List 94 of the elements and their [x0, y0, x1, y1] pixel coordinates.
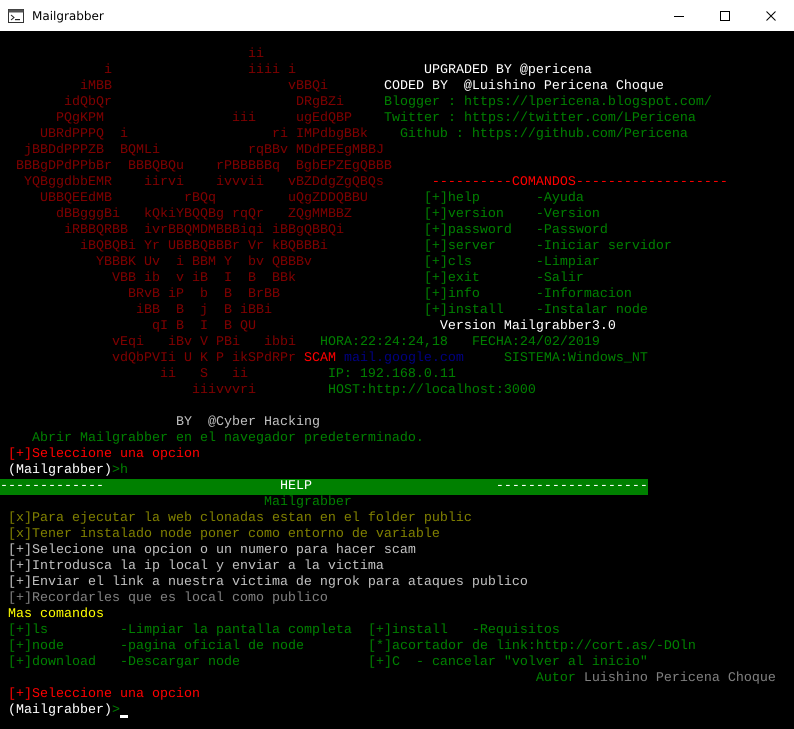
console-text: Abrir Mailgrabber en el navegador predeterminado.: [32, 431, 424, 447]
console-text: jBBDdPPPZB BQMLi: [24, 143, 160, 159]
console-text: dBBgggBi kQkiYBQQBg rqQr ZQgMMBBZ: [56, 207, 352, 223]
console-text: iii ugEdQBP: [232, 111, 352, 127]
console-text: -pagina oficial de node: [120, 639, 304, 655]
console-text: [x]Para ejecutar la web clonadas estan en el folder public: [8, 511, 472, 527]
maximize-icon: [720, 10, 730, 20]
console-text: ii: [248, 47, 264, 63]
console-text: Version Mailgrabber3.0: [440, 319, 616, 335]
console-text: -Requisitos: [472, 623, 560, 639]
console-text: [+]exit: [424, 271, 480, 287]
console-icon: [8, 8, 24, 22]
console-text: -Informacion: [536, 287, 632, 303]
console-text: -Limpiar: [536, 255, 600, 271]
console-text: mail.google.com: [344, 351, 464, 367]
console-text: PQgKPM: [56, 111, 104, 127]
console-text: [*]acortador de link:http://cort.as/-DOln: [368, 639, 696, 655]
console-text: -Password: [536, 223, 608, 239]
console-text: iRBBQRBB ivrBBQMDMBBBiqi iBBgQBBQi: [64, 223, 344, 239]
console-text: qI B I B QU: [152, 319, 256, 335]
console-text: Mas comandos: [8, 607, 104, 623]
console-text: [+]Enviar el link a nuestra victima de ngrok para ataques publico: [8, 575, 528, 591]
console-text: iMBB: [80, 79, 112, 95]
console-text: iBB B j B iBBi: [136, 303, 272, 319]
console-text: -------------: [0, 479, 104, 495]
console-text: HOST:http://localhost:3000: [328, 383, 536, 399]
text-cursor: [120, 715, 128, 718]
console-text: [+]password: [424, 223, 512, 239]
close-icon: [766, 10, 776, 20]
console-text: SISTEMA:Windows_NT: [504, 351, 648, 367]
console-text: Mailgrabber: [264, 495, 352, 511]
console-text: (Mailgrabber): [8, 703, 112, 719]
console-text: [+]Recordarles que es local como publico: [8, 591, 328, 607]
console-text: >: [112, 703, 120, 719]
console-text: [+]server: [424, 239, 496, 255]
console-text: [+]Seleccione una opcion: [8, 447, 200, 463]
console-text: [+]help: [424, 191, 480, 207]
console-text: vBBQi: [288, 79, 328, 95]
console-text: SCAM: [304, 351, 336, 367]
console-text: >h: [112, 463, 128, 479]
console-text: IP: 192.168.0.11: [328, 367, 456, 383]
console-text: [+]cls: [424, 255, 472, 271]
console-text: Blogger : https://lpericena.blogspot.com/: [384, 95, 712, 111]
console-text: [+]C - cancelar "volver al inicio": [368, 655, 648, 671]
console-text: ri IMPdbgBBk: [272, 127, 368, 143]
console-text: -Instalar node: [536, 303, 648, 319]
console-text: Github : https://github.com/Pericena: [400, 127, 688, 143]
console-text: -Descargar node: [120, 655, 240, 671]
console-text: [+]node: [8, 639, 64, 655]
console-text: [+]download: [8, 655, 96, 671]
console-text: -Limpiar la pantalla completa: [120, 623, 352, 639]
console-text: [+]Introdusca la ip local y enviar a la victima: [8, 559, 384, 575]
console-text: [+]ls: [8, 623, 48, 639]
console-text: VBB ib v iB I B BBk: [112, 271, 296, 287]
console-text: BY @Cyber Hacking: [176, 415, 320, 431]
console-text: YQBggdbbEMR iirvi ivvvii vBZDdgZgQBQs: [24, 175, 384, 191]
console-text: Twitter : https://twitter.com/LPericena: [384, 111, 696, 127]
console-text: BBBgDPdPPbBr BBBQBQu rPBBBBBq BgbEPZEgQBBB: [16, 159, 392, 175]
console-text: iBQBQBi Yr UBBBQBBBr Vr kBQBBBi: [80, 239, 328, 255]
console-text: [+]install: [368, 623, 448, 639]
console-text: -Version: [536, 207, 600, 223]
console-text: CODED BY @Luishino Pericena Choque: [384, 79, 664, 95]
console-text: iiivvvri: [192, 383, 256, 399]
console-text: vEqi iBv V PBi ibbi: [112, 335, 296, 351]
console-text: UPGRADED BY @pericena: [424, 63, 592, 79]
console-text: iiii i: [248, 63, 296, 79]
console-text: [+]Seleccione una opcion: [8, 687, 200, 703]
console-text: BRvB iP b B BrBB: [128, 287, 280, 303]
console-text: rqBBv MDdPEEgMBBJ: [248, 143, 384, 159]
console-text: [+]version: [424, 207, 504, 223]
console-text: UBRdPPPQ i: [40, 127, 128, 143]
console-text: (Mailgrabber): [8, 463, 112, 479]
console-text: [+]install: [424, 303, 504, 319]
console-text: [x]Tener instalado node poner como entorno de variable: [8, 527, 440, 543]
window-title: Mailgrabber: [32, 8, 105, 22]
console-text: -------------------: [496, 479, 648, 495]
console-text: ----------COMANDOS-------------------: [432, 175, 728, 191]
console-text: Autor: [536, 671, 576, 687]
console-text: i: [104, 63, 112, 79]
console-text: HELP: [280, 479, 312, 495]
console-text: [+]Selecione una opcion o un numero para hacer scam: [8, 543, 416, 559]
console-text: -Iniciar servidor: [536, 239, 672, 255]
console-text: ii S ii: [160, 367, 248, 383]
console-text: -Salir: [536, 271, 584, 287]
console-text: vdQbPVIi U K P ikSPdRPr: [112, 351, 296, 367]
console-text: UBBQEEdMB rBQq uQgZDDQBBU: [40, 191, 368, 207]
console-text: idQbQr: [64, 95, 112, 111]
console-text: -Ayuda: [536, 191, 584, 207]
console-text: DRgBZi: [296, 95, 344, 111]
console-text: YBBBK Uv i BBM Y bv QBBBv: [96, 255, 312, 271]
console-text: Luishino Pericena Choque: [584, 671, 776, 687]
console-text: HORA:22:24:24,18: [320, 335, 448, 351]
console-text: [+]info: [424, 287, 480, 303]
console-text: FECHA:24/02/2019: [472, 335, 600, 351]
